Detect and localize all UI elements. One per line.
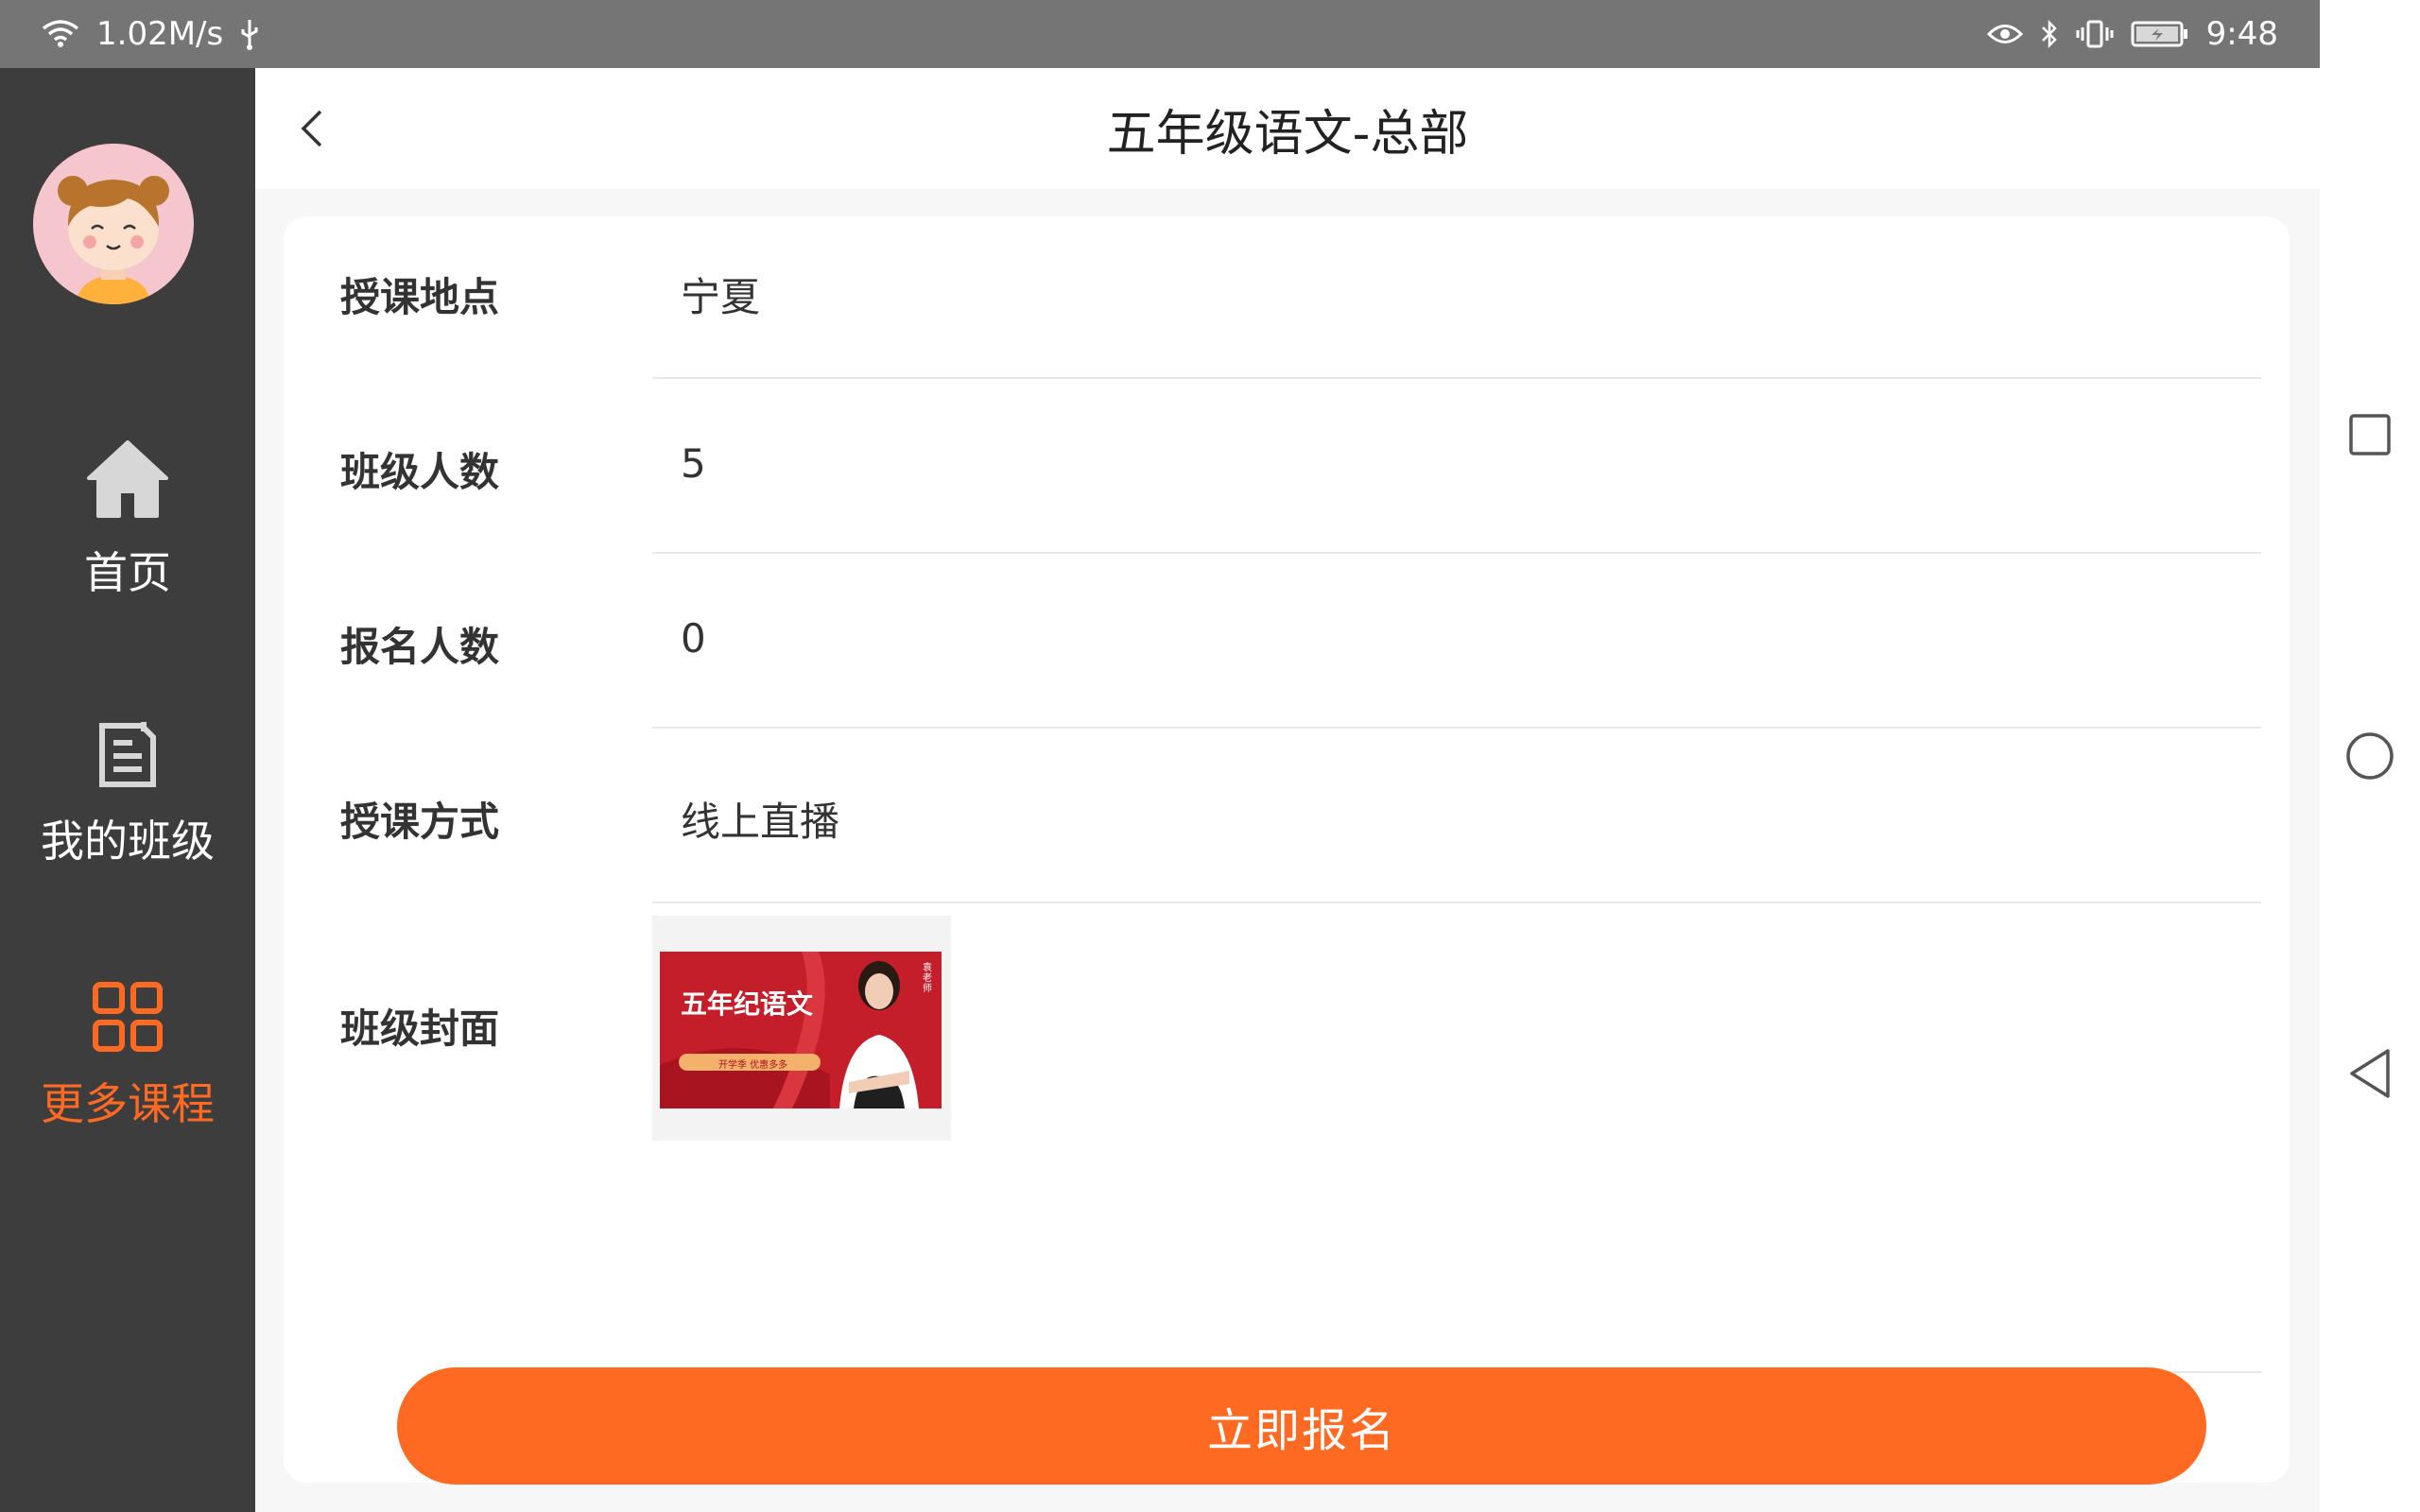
back-button[interactable]: [284, 100, 340, 157]
status-bar: 1.02M/s 9:48: [0, 0, 2320, 68]
detail-label: 授课方式: [340, 799, 500, 845]
detail-label: 班级人数: [340, 449, 500, 495]
recents-button[interactable]: [2320, 406, 2420, 463]
home-nav-button[interactable]: [2320, 726, 2420, 786]
detail-value: 线上直播: [681, 799, 840, 845]
main-content: 五年级语文-总部 授课地点 宁夏 班级人数 5 报名人数 0 授课方式 线上直播: [255, 68, 2320, 1512]
header: 五年级语文-总部: [255, 68, 2320, 189]
back-nav-button[interactable]: [2320, 1043, 2420, 1104]
network-speed: 1.02M/s: [96, 15, 224, 53]
usb-icon: [240, 18, 259, 50]
class-icon: [95, 718, 161, 794]
sidebar-item-label: 我的班级: [41, 816, 215, 867]
vibrate-icon: [2076, 19, 2114, 49]
detail-value: 0: [681, 615, 706, 662]
cover-sub-text: 开学季 优惠多多: [718, 1060, 788, 1071]
battery-icon: [2131, 20, 2189, 48]
avatar[interactable]: [33, 144, 194, 304]
class-cover-thumbnail[interactable]: 五年纪语文 开学季 优惠多多 袁老师: [652, 916, 951, 1141]
class-details-card: 授课地点 宁夏 班级人数 5 报名人数 0 授课方式 线上直播 班级封面 五年纪…: [284, 216, 2290, 1485]
eye-icon: [1986, 22, 2023, 46]
grid-icon: [92, 981, 164, 1057]
divider: [652, 552, 2261, 554]
divider: [652, 377, 2261, 379]
sidebar-item-label: 更多课程: [41, 1078, 215, 1129]
divider: [652, 902, 2261, 903]
status-bar-left: 1.02M/s: [42, 15, 259, 53]
detail-value: 5: [681, 440, 706, 487]
page-title: 五年级语文-总部: [1106, 105, 1469, 163]
sidebar-item-my-class[interactable]: 我的班级: [0, 718, 255, 869]
wifi-icon: [42, 19, 79, 49]
divider: [652, 727, 2261, 729]
chevron-left-icon: [301, 110, 322, 147]
cover-title-text: 五年纪语文: [681, 988, 814, 1020]
circle-icon: [2346, 732, 2394, 780]
home-icon: [85, 437, 170, 525]
detail-label: 授课地点: [340, 274, 500, 320]
cover-teacher-text: 袁老师: [923, 963, 932, 994]
detail-value: 宁夏: [681, 274, 761, 320]
square-icon: [2349, 414, 2391, 455]
detail-label: 报名人数: [340, 624, 500, 670]
clock: 9:48: [2205, 15, 2278, 53]
sidebar-item-label: 首页: [84, 547, 171, 598]
bluetooth-icon: [2040, 19, 2059, 49]
cover-image: 五年纪语文 开学季 优惠多多 袁老师: [660, 952, 942, 1108]
triangle-back-icon: [2350, 1049, 2390, 1098]
detail-label: 班级封面: [340, 1005, 500, 1052]
sidebar: 首页 我的班级 更多课程: [0, 68, 255, 1512]
signup-button[interactable]: 立即报名: [397, 1367, 2206, 1485]
sidebar-item-more-courses[interactable]: 更多课程: [0, 981, 255, 1132]
system-nav-bar: [2320, 0, 2420, 1512]
status-bar-right: 9:48: [1986, 15, 2278, 53]
sidebar-item-home[interactable]: 首页: [0, 437, 255, 601]
